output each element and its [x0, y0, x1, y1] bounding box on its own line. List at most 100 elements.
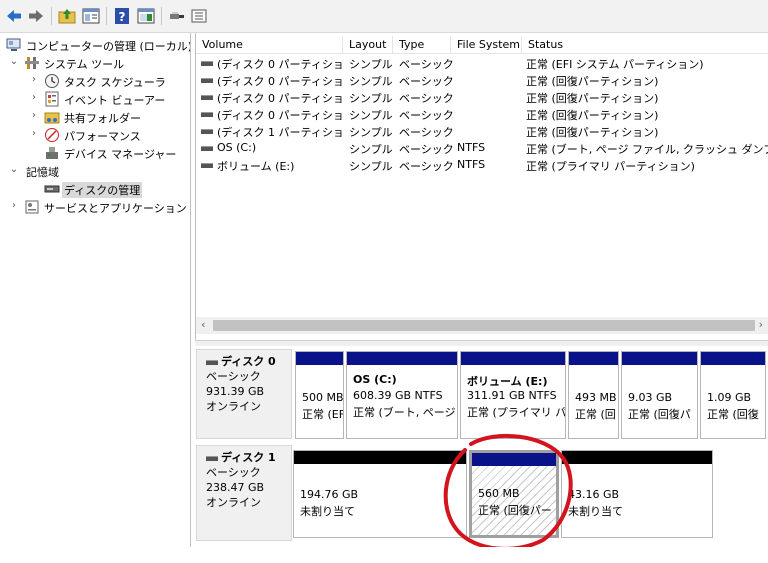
partition-status: 正常 (回復パ — [628, 408, 691, 421]
volume-status: 正常 (プライマリ パーティション) — [526, 160, 695, 173]
disk-size: 238.47 GB — [206, 481, 265, 494]
volume-type: ベーシック — [399, 126, 454, 139]
partition-block[interactable]: 493 MB 正常 (回 — [568, 351, 619, 439]
chevron-down-icon[interactable]: ⌄ — [8, 55, 20, 69]
column-header-volume[interactable]: Volume — [196, 36, 343, 54]
tree-item-system-tools[interactable]: ⌄ システム ツール — [0, 54, 190, 72]
clock-icon — [44, 73, 60, 89]
chevron-right-icon[interactable]: › — [28, 73, 40, 87]
partition-block[interactable]: OS (C:) 608.39 GB NTFS 正常 (ブート, ページ — [346, 351, 458, 439]
chevron-right-icon[interactable]: › — [28, 91, 40, 105]
volume-icon — [201, 61, 213, 66]
volume-name: (ディスク 0 パーティション 1) — [217, 58, 343, 71]
partition-size: 311.91 GB NTFS — [467, 389, 557, 402]
partition-bar — [562, 451, 712, 464]
volume-layout: シンプル — [349, 126, 393, 139]
volume-status: 正常 (回復パーティション) — [526, 109, 659, 122]
properties-icon[interactable] — [190, 7, 208, 25]
column-header-type[interactable]: Type — [393, 36, 451, 54]
partition-block[interactable]: ボリューム (E:) 311.91 GB NTFS 正常 (プライマリ パー — [460, 351, 566, 439]
table-row[interactable]: ボリューム (E:) シンプル ベーシック NTFS 正常 (プライマリ パーテ… — [196, 157, 768, 174]
tree-item-disk-management[interactable]: ディスクの管理 — [0, 180, 190, 198]
disk-size: 931.39 GB — [206, 385, 265, 398]
chevron-right-icon[interactable]: › — [28, 127, 40, 141]
volume-name: ボリューム (E:) — [217, 160, 295, 173]
partition-bar — [622, 352, 697, 365]
up-folder-icon[interactable] — [58, 7, 76, 25]
volume-list-header: Volume Layout Type File System Status — [196, 36, 768, 54]
volume-name: (ディスク 0 パーティション 7) — [217, 109, 343, 122]
partition-block[interactable]: 1.09 GB 正常 (回復 — [700, 351, 766, 439]
forward-icon[interactable] — [27, 7, 45, 25]
tree-item-device-manager[interactable]: デバイス マネージャー — [0, 144, 190, 162]
disk-1-label[interactable]: ディスク 1 ベーシック 238.47 GB オンライン — [196, 445, 292, 541]
volume-layout: シンプル — [349, 58, 393, 71]
tree-label: タスク スケジューラ — [64, 76, 166, 89]
volume-type: ベーシック — [399, 109, 454, 122]
table-row[interactable]: OS (C:) シンプル ベーシック NTFS 正常 (ブート, ページ ファイ… — [196, 140, 768, 157]
disk-0-label[interactable]: ディスク 0 ベーシック 931.39 GB オンライン — [196, 349, 292, 439]
show-hide-tree-icon[interactable] — [82, 7, 100, 25]
disk-type: ベーシック — [206, 466, 261, 479]
partition-block[interactable]: 9.03 GB 正常 (回復パ — [621, 351, 698, 439]
back-icon[interactable] — [5, 7, 23, 25]
chevron-right-icon[interactable]: › — [8, 199, 20, 213]
navigation-tree: コンピューターの管理 (ローカル) ⌄ システム ツール › タスク スケジュー… — [0, 33, 191, 547]
status-bar — [0, 547, 768, 563]
action-pane-icon[interactable] — [137, 7, 155, 25]
partition-size: 493 MB — [575, 391, 617, 404]
volume-type: ベーシック — [399, 58, 454, 71]
scroll-left-icon[interactable]: ‹ — [201, 318, 205, 331]
disk-drive-icon — [206, 455, 218, 461]
tree-item-storage[interactable]: ⌄ 記憶域 — [0, 162, 190, 180]
toolbar-separator — [51, 7, 52, 25]
table-row[interactable]: (ディスク 0 パーティション 5) シンプル ベーシック 正常 (回復パーティ… — [196, 72, 768, 89]
tree-item-shared-folders[interactable]: › 共有フォルダー — [0, 108, 190, 126]
horizontal-scrollbar[interactable]: ‹ › — [196, 317, 768, 334]
volume-layout: シンプル — [349, 143, 393, 156]
volume-layout: シンプル — [349, 160, 393, 173]
tree-item-event-viewer[interactable]: › イベント ビューアー — [0, 90, 190, 108]
column-header-file-system[interactable]: File System — [451, 36, 522, 54]
table-row[interactable]: (ディスク 0 パーティション 7) シンプル ベーシック 正常 (回復パーティ… — [196, 106, 768, 123]
tree-item-task-scheduler[interactable]: › タスク スケジューラ — [0, 72, 190, 90]
disk-title: ディスク 0 — [221, 355, 276, 368]
partition-status: 正常 (回 — [575, 408, 616, 421]
partition-size: 608.39 GB NTFS — [353, 389, 443, 402]
toolbar-separator — [161, 7, 162, 25]
device-manager-icon — [44, 145, 60, 161]
volume-icon — [201, 112, 213, 117]
scrollbar-thumb[interactable] — [213, 320, 755, 331]
volume-status: 正常 (ブート, ページ ファイル, クラッシュ ダンプ, プライ — [526, 143, 768, 156]
volume-file-system: NTFS — [457, 158, 486, 171]
disk-state: オンライン — [206, 496, 261, 509]
chevron-down-icon[interactable]: ⌄ — [8, 163, 20, 177]
chevron-right-icon[interactable]: › — [28, 109, 40, 123]
tree-item-computer-management[interactable]: コンピューターの管理 (ローカル) — [0, 36, 190, 54]
volume-status: 正常 (回復パーティション) — [526, 126, 659, 139]
volume-layout: シンプル — [349, 92, 393, 105]
shared-folder-icon — [44, 109, 60, 125]
scroll-right-icon[interactable]: › — [759, 318, 763, 331]
partition-size: 9.03 GB — [628, 391, 673, 404]
disk-drive-icon — [44, 181, 60, 197]
column-header-status[interactable]: Status — [522, 36, 768, 54]
table-row[interactable]: (ディスク 0 パーティション 1) シンプル ベーシック 正常 (EFI シス… — [196, 55, 768, 72]
partition-block-unallocated[interactable]: 43.16 GB 未割り当て — [561, 450, 713, 538]
volume-icon — [201, 95, 213, 100]
tools-icon — [24, 55, 40, 71]
partition-block[interactable]: 500 MB 正常 (EFI — [295, 351, 344, 439]
volume-status: 正常 (EFI システム パーティション) — [526, 58, 704, 71]
table-row[interactable]: (ディスク 0 パーティション 6) シンプル ベーシック 正常 (回復パーティ… — [196, 89, 768, 106]
column-header-layout[interactable]: Layout — [343, 36, 393, 54]
table-row[interactable]: (ディスク 1 パーティション 3) シンプル ベーシック 正常 (回復パーティ… — [196, 123, 768, 140]
tree-label: ディスクの管理 — [62, 182, 143, 198]
partition-status: 未割り当て — [300, 505, 355, 518]
help-icon[interactable]: ? — [113, 7, 131, 25]
tree-item-services-applications[interactable]: › サービスとアプリケーション — [0, 198, 190, 216]
connect-icon[interactable] — [168, 7, 186, 25]
tree-label: イベント ビューアー — [64, 94, 166, 107]
volume-file-system: NTFS — [457, 141, 486, 154]
volume-name: OS (C:) — [217, 141, 257, 154]
tree-item-performance[interactable]: › パフォーマンス — [0, 126, 190, 144]
